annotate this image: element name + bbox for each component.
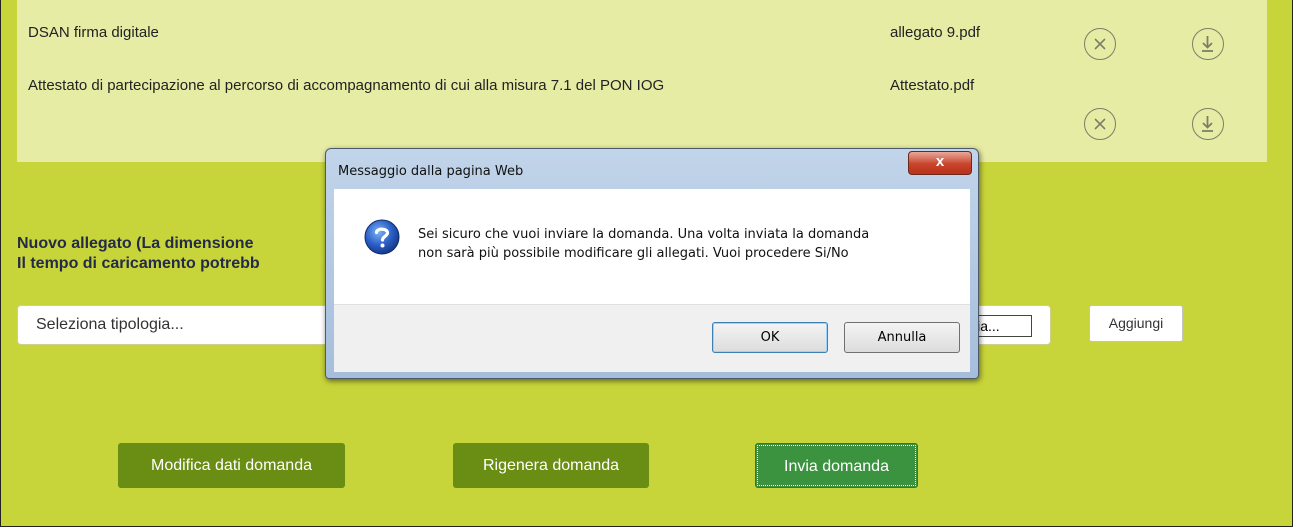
heading-line: Nuovo allegato (La dimensione xyxy=(17,235,254,252)
attachment-row: Attestato di partecipazione al percorso … xyxy=(17,53,1267,140)
attachment-name: DSAN firma digitale xyxy=(28,24,159,41)
attachment-file-name: Attestato.pdf xyxy=(890,77,975,94)
send-application-button[interactable]: Invia domanda xyxy=(755,443,918,488)
modify-application-button[interactable]: Modifica dati domanda xyxy=(118,443,345,488)
cancel-button[interactable]: Annulla xyxy=(844,322,960,353)
attachment-file-name: allegato 9.pdf xyxy=(890,24,981,41)
dialog-title: Messaggio dalla pagina Web xyxy=(338,164,524,179)
circle-x-icon[interactable] xyxy=(1084,108,1116,140)
regenerate-application-button[interactable]: Rigenera domanda xyxy=(453,443,649,488)
dialog-message: Sei sicuro che vuoi inviare la domanda. … xyxy=(418,225,958,263)
heading-line: Il tempo di caricamento potrebb xyxy=(17,255,260,272)
ok-button[interactable]: OK xyxy=(712,322,828,353)
attachment-name: Attestato di partecipazione al percorso … xyxy=(28,77,665,94)
download-icon[interactable] xyxy=(1192,108,1224,140)
message-line: non sarà più possibile modificare gli al… xyxy=(418,246,849,261)
attachment-row: DSAN firma digitale allegato 9.pdf xyxy=(17,0,1267,60)
message-line: Sei sicuro che vuoi inviare la domanda. … xyxy=(418,227,870,242)
attachments-panel: DSAN firma digitale allegato 9.pdf Attes… xyxy=(17,0,1267,162)
dialog-body: Sei sicuro che vuoi inviare la domanda. … xyxy=(334,189,970,304)
dialog-footer: OK Annulla xyxy=(334,304,970,372)
confirm-dialog: Messaggio dalla pagina Web x Sei sicuro … xyxy=(325,148,979,379)
question-icon xyxy=(364,219,400,255)
browse-button[interactable]: lia... xyxy=(972,315,1032,337)
add-attachment-button[interactable]: Aggiungi xyxy=(1089,305,1183,342)
close-icon[interactable]: x xyxy=(908,151,972,175)
new-attachment-heading: Nuovo allegato (La dimensione Il tempo d… xyxy=(17,234,260,274)
